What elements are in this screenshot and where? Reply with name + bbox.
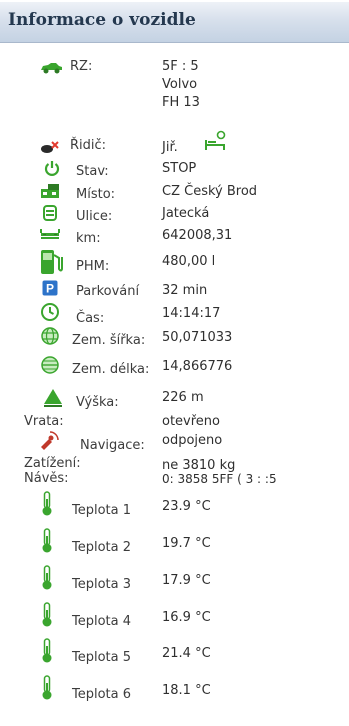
temperature-row: Teplota 1 23.9 °C [0,491,349,519]
delka-label: Zem. délka: [72,362,150,377]
ulice-value: Jatecká [162,206,210,221]
ulice-label: Ulice: [76,209,113,224]
svg-text:P: P [46,282,54,296]
ridic-label: Řidič: [70,138,107,153]
row-vyska: Výška: 226 m [0,384,349,410]
driver-resting-icon [205,130,226,150]
temperature-label: Teplota 1 [72,503,132,518]
row-sirka: Zem. šířka: 50,071033 [0,326,349,352]
vehicle-info-panel: Informace o vozidle RZ: 5F : 5 Volvo FH … [0,0,349,726]
car-icon [41,63,62,74]
row-rz: RZ: 5F : 5 Volvo FH 13 [0,56,349,126]
navigace-value: odpojeno [162,433,223,448]
temperature-row: Teplota 4 16.9 °C [0,602,349,630]
phm-label: PHM: [76,259,110,274]
row-navigace: Navigace: odpojeno [0,430,349,454]
panel-title: Informace o vozidle [8,10,196,30]
ridic-value: Jiř. [162,140,178,155]
temperature-value: 16.9 °C [162,610,211,625]
stav-value: STOP [162,161,197,176]
clock-icon [41,303,59,321]
sirka-value: 50,071033 [162,330,233,345]
delka-value: 14,866776 [162,359,233,374]
cas-value: 14:14:17 [162,306,221,321]
vrata-label: Vrata: [24,414,64,429]
driver-icon [41,141,59,153]
temperature-row: Teplota 5 21.4 °C [0,638,349,666]
row-ulice: Ulice: Jatecká [0,204,349,226]
vyska-value: 226 m [162,390,204,405]
row-cas: Čas: 14:14:17 [0,301,349,326]
temperature-value: 21.4 °C [162,646,211,661]
temperature-label: Teplota 2 [72,540,132,555]
thermometer-icon [42,491,52,516]
km-value: 642008,31 [162,228,233,243]
temperature-label: Teplota 6 [72,687,132,702]
parkovani-value: 32 min [162,283,208,298]
cas-label: Čas: [76,311,105,326]
row-km: km: 642008,31 [0,226,349,248]
zatizeni-label: Zatížení: [24,456,81,471]
odometer-icon [40,229,60,239]
temperature-row: Teplota 2 19.7 °C [0,528,349,556]
temperature-value: 18.1 °C [162,683,211,698]
panel-header: Informace o vozidle [0,2,349,43]
misto-label: Místo: [76,187,116,202]
temperature-label: Teplota 5 [72,650,132,665]
temperature-row: Teplota 3 17.9 °C [0,565,349,593]
vyska-label: Výška: [76,395,119,410]
thermometer-icon [42,602,52,627]
power-icon [44,161,60,176]
stav-label: Stav: [76,164,109,179]
km-label: km: [76,231,101,246]
temperature-row: Teplota 6 18.1 °C [0,675,349,703]
row-parkovani: P Parkování 32 min [0,278,349,300]
parking-icon: P [42,280,58,296]
naves-value: 0: 3858 5FF ( 3 : :5 [162,472,277,486]
navigace-label: Navigace: [80,438,145,453]
vehicle-make: Volvo [162,77,198,92]
globe-latitude-icon [41,327,59,345]
parkovani-label: Parkování [76,284,140,299]
temperature-value: 23.9 °C [162,499,211,514]
rz-label: RZ: [70,59,93,74]
globe-longitude-icon [41,356,59,374]
row-naves: Návěs: 0: 3858 5FF ( 3 : :5 [0,471,349,489]
sirka-label: Zem. šířka: [72,333,146,348]
street-icon [43,205,57,221]
vehicle-model: FH 13 [162,95,200,110]
thermometer-icon [42,565,52,590]
altitude-icon [44,389,62,407]
temperature-value: 17.9 °C [162,573,211,588]
thermometer-icon [42,675,52,700]
vrata-value: otevřeno [162,414,220,429]
row-phm: PHM: 480,00 l [0,248,349,276]
row-stav: Stav: STOP [0,159,349,181]
naves-label: Návěs: [24,471,69,486]
thermometer-icon [42,528,52,553]
temperature-value: 19.7 °C [162,536,211,551]
thermometer-icon [42,638,52,663]
phm-value: 480,00 l [162,254,216,269]
temperature-label: Teplota 4 [72,614,132,629]
temperature-label: Teplota 3 [72,577,132,592]
row-misto: Místo: CZ Český Brod [0,182,349,204]
fuel-pump-icon [41,250,63,274]
misto-value: CZ Český Brod [162,184,258,199]
rz-value: 5F : 5 [162,59,199,74]
row-delka: Zem. délka: 14,866776 [0,355,349,381]
satellite-icon [41,431,59,450]
place-icon [41,184,59,198]
row-ridic: Řidič: Jiř. [0,130,349,158]
